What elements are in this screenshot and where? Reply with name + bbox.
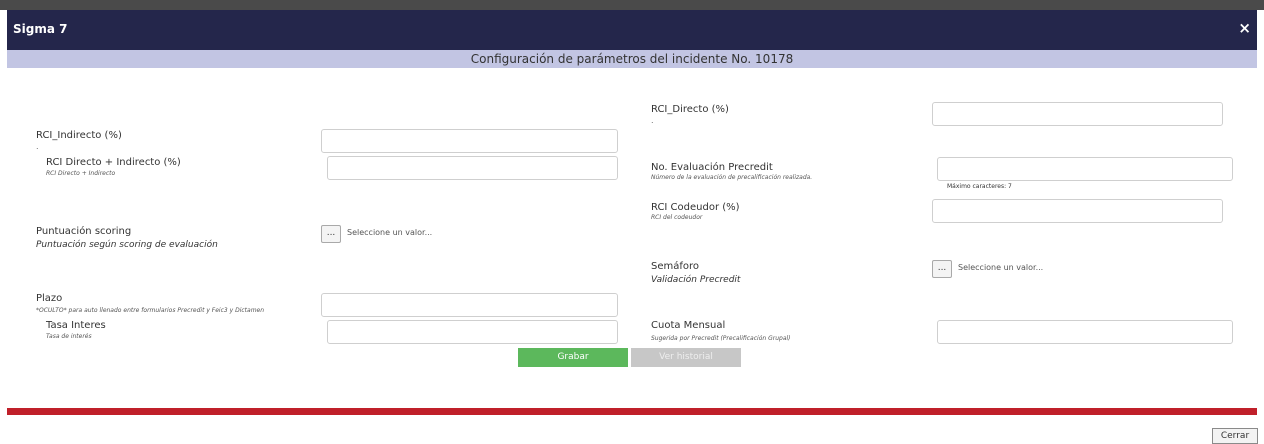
plazo-label: Plazo (36, 293, 63, 304)
form-subheader: Configuración de parámetros del incident… (7, 50, 1257, 68)
rci-directo-indirecto-label: RCI Directo + Indirecto (%) (46, 157, 181, 168)
puntuacion-placeholder: Seleccione un valor... (347, 228, 433, 237)
rci-directo-sub: . (651, 116, 654, 125)
tasa-input[interactable] (327, 320, 618, 344)
evaluacion-label: No. Evaluación Precredit (651, 162, 773, 173)
dialog-titlebar: Sigma 7 × (7, 10, 1257, 50)
footer-red-bar (7, 408, 1257, 415)
evaluacion-hint: Máximo caracteres: 7 (947, 183, 1012, 190)
dialog-title: Sigma 7 (13, 22, 68, 36)
codeudor-sub: RCI del codeudor (651, 214, 703, 221)
codeudor-input[interactable] (932, 199, 1223, 223)
semaforo-sub: Validación Precredit (651, 275, 741, 285)
cuota-label: Cuota Mensual (651, 320, 726, 331)
ver-historial-button[interactable]: Ver historial (631, 348, 741, 367)
evaluacion-input[interactable] (937, 157, 1233, 181)
semaforo-label: Semáforo (651, 261, 700, 272)
close-icon[interactable]: × (1238, 19, 1251, 37)
rci-directo-indirecto-sub: RCI Directo + Indirecto (46, 170, 116, 177)
puntuacion-label: Puntuación scoring (36, 226, 132, 237)
ellipsis-icon[interactable]: ... (321, 225, 341, 243)
codeudor-label: RCI Codeudor (%) (651, 202, 740, 213)
puntuacion-sub: Puntuación según scoring de evaluación (36, 240, 218, 250)
form-panel: RCI_Directo (%) . RCI_Indirecto (%) . RC… (7, 68, 1257, 408)
semaforo-placeholder: Seleccione un valor... (958, 263, 1044, 272)
background-app-strip (0, 0, 1264, 10)
ellipsis-icon[interactable]: ... (932, 260, 952, 278)
plazo-sub: *OCULTO* para auto llenado entre formula… (36, 307, 265, 314)
rci-directo-input[interactable] (932, 102, 1223, 126)
tasa-sub: Tasa de interés (46, 333, 92, 340)
grabar-button[interactable]: Grabar (518, 348, 628, 367)
evaluacion-sub: Número de la evaluación de precalificaci… (651, 174, 813, 181)
rci-indirecto-input[interactable] (321, 129, 618, 153)
rci-indirecto-sub: . (36, 142, 39, 151)
cuota-input[interactable] (937, 320, 1233, 344)
rci-indirecto-label: RCI_Indirecto (%) (36, 130, 122, 141)
cuota-sub: Sugerida por Precredit (Precalificación … (651, 335, 791, 342)
plazo-input[interactable] (321, 293, 618, 317)
tasa-label: Tasa Interes (46, 320, 106, 331)
rci-directo-indirecto-input[interactable] (327, 156, 618, 180)
cerrar-button[interactable]: Cerrar (1212, 428, 1258, 444)
rci-directo-label: RCI_Directo (%) (651, 104, 729, 115)
